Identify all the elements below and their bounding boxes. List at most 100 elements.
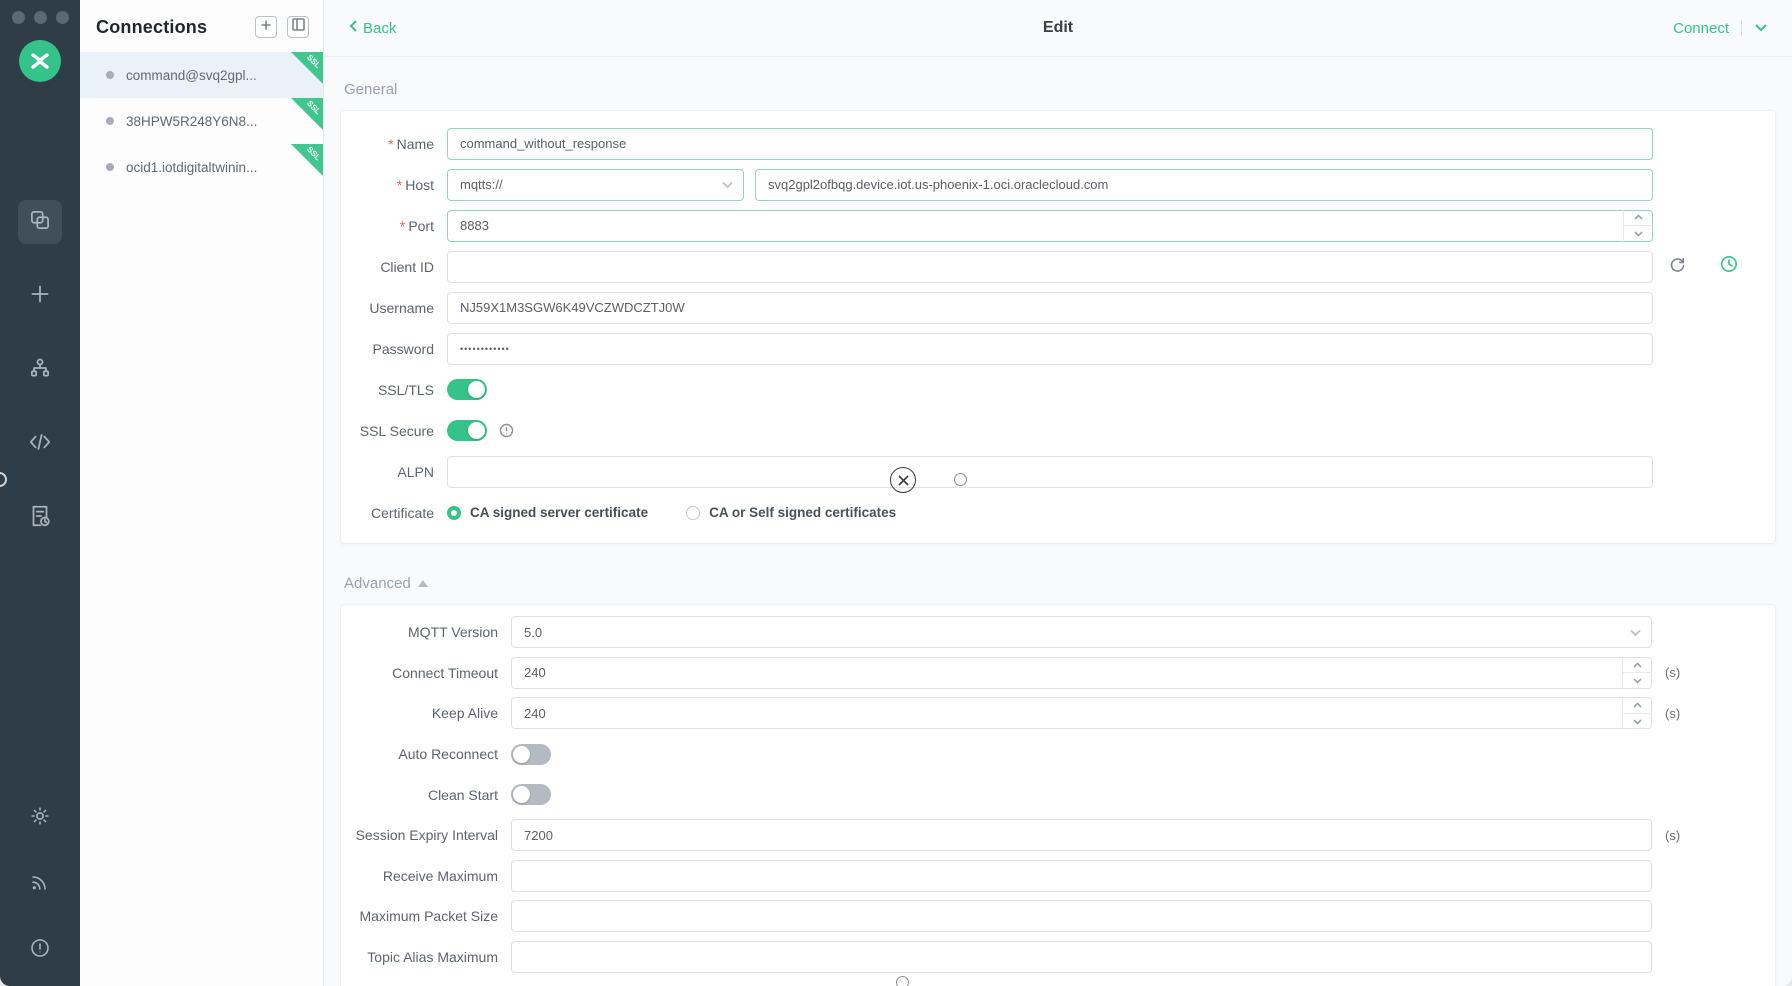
sidebar-item-settings[interactable] (18, 796, 62, 840)
connection-item[interactable]: ocid1.iotdigitaltwinin... SSL (80, 144, 323, 190)
host-protocol-select[interactable] (447, 169, 744, 201)
connections-panel-title: Connections (96, 17, 207, 38)
keep-alive-spinner (1622, 697, 1652, 729)
spinner-up-button[interactable] (1624, 210, 1653, 227)
ssl-badge: SSL (291, 52, 323, 84)
alpn-input[interactable] (447, 456, 1653, 488)
clean-start-toggle[interactable] (511, 784, 551, 805)
info-circle-icon (28, 936, 52, 965)
topic-alias-maximum-input[interactable] (511, 941, 1652, 973)
receive-maximum-label: Receive Maximum (341, 868, 498, 884)
sidebar-item-script[interactable] (18, 422, 62, 466)
client-id-input[interactable] (447, 251, 1653, 283)
advanced-card: MQTT Version Connect Timeout (340, 604, 1776, 986)
collapse-section-icon[interactable] (418, 580, 428, 587)
spinner-down-button[interactable] (1623, 673, 1652, 689)
window-zoom-button[interactable] (56, 11, 69, 24)
cursor-ring-artifact (896, 976, 909, 986)
connect-timeout-field (511, 657, 1652, 689)
sidebar-item-connections[interactable] (18, 200, 62, 244)
back-button[interactable]: Back (348, 19, 396, 37)
connect-button[interactable]: Connect (1673, 20, 1729, 37)
chevron-down-icon (1754, 19, 1768, 37)
keep-alive-input[interactable] (511, 697, 1652, 729)
password-input[interactable] (447, 333, 1653, 365)
spinner-up-button[interactable] (1623, 697, 1652, 714)
window-close-button[interactable] (12, 11, 25, 24)
port-number-field (447, 210, 1653, 242)
connection-item[interactable]: command@svq2gpl... SSL (80, 52, 323, 98)
connect-timeout-spinner (1622, 657, 1652, 689)
auto-reconnect-toggle[interactable] (511, 744, 551, 765)
session-expiry-row: Session Expiry Interval (s) (341, 815, 1775, 856)
port-input[interactable] (447, 210, 1653, 242)
radio-ca-or-self-signed[interactable]: CA or Self signed certificates (686, 505, 896, 520)
spinner-down-button[interactable] (1624, 226, 1653, 242)
connect-timeout-row: Connect Timeout (s) (341, 653, 1775, 694)
username-input[interactable] (447, 292, 1653, 324)
keep-alive-row: Keep Alive (s) (341, 693, 1775, 734)
ssl-tls-toggle[interactable] (447, 379, 487, 400)
spinner-down-button[interactable] (1623, 714, 1652, 730)
connections-icon (27, 207, 53, 238)
spinner-up-button[interactable] (1623, 657, 1652, 674)
ssl-secure-info-icon (499, 423, 514, 438)
port-spinner (1623, 210, 1653, 242)
advanced-section-title: Advanced (344, 575, 1776, 592)
topic-alias-maximum-label: Topic Alias Maximum (341, 949, 498, 965)
clean-start-label: Clean Start (341, 787, 498, 803)
radio-ca-signed-server[interactable]: CA signed server certificate (447, 505, 648, 520)
window-minimize-button[interactable] (34, 11, 47, 24)
topic-tree-icon (27, 355, 53, 386)
toggle-knob (468, 422, 485, 439)
sidebar-item-about[interactable] (18, 928, 62, 972)
window-controls[interactable] (12, 11, 69, 24)
refresh-client-id-button[interactable] (1669, 256, 1686, 278)
connection-item[interactable]: 38HPW5R248Y6N8... SSL (80, 98, 323, 144)
layout-sidebar-icon (292, 18, 305, 36)
edit-form-scroll: General *Name *Host (324, 57, 1792, 986)
name-input[interactable] (447, 128, 1653, 160)
connections-list: command@svq2gpl... SSL 38HPW5R248Y6N8...… (80, 52, 323, 190)
session-expiry-label: Session Expiry Interval (341, 827, 498, 843)
radio-selected-icon (447, 506, 461, 520)
host-input[interactable] (755, 169, 1653, 201)
connect-timeout-input[interactable] (511, 657, 1652, 689)
name-label: *Name (341, 136, 434, 152)
collapse-panel-button[interactable] (287, 16, 309, 38)
chevron-left-icon (348, 19, 359, 37)
ssl-badge: SSL (291, 98, 323, 130)
session-expiry-input[interactable] (511, 819, 1652, 851)
host-protocol-value[interactable] (447, 169, 744, 201)
ssl-secure-toggle[interactable] (447, 420, 487, 441)
request-response-row: Request Response (341, 977, 1775, 986)
sidebar-item-log[interactable] (18, 496, 62, 540)
sidebar-item-new-connection[interactable] (18, 274, 62, 318)
refresh-icon (1669, 256, 1686, 278)
sidebar-item-broadcast[interactable] (18, 862, 62, 906)
sidebar-item-topic-tree[interactable] (18, 348, 62, 392)
certificate-row: Certificate CA signed server certificate… (341, 492, 1775, 533)
maximum-packet-size-input[interactable] (511, 900, 1652, 932)
clean-start-row: Clean Start (341, 774, 1775, 815)
connection-name: 38HPW5R248Y6N8... (126, 114, 257, 129)
password-row: Password (341, 328, 1775, 369)
new-connection-button[interactable] (255, 16, 277, 38)
connect-timeout-label: Connect Timeout (341, 665, 498, 681)
certificate-label: Certificate (341, 505, 434, 521)
keep-alive-field (511, 697, 1652, 729)
plus-icon (27, 281, 53, 312)
page-title: Edit (324, 19, 1792, 37)
edit-topbar: Back Edit Connect (324, 0, 1792, 57)
connection-status-dot (106, 117, 114, 125)
code-icon (27, 429, 53, 460)
clock-icon (1720, 255, 1738, 278)
mqtt-version-select[interactable] (511, 616, 1652, 648)
connect-timeout-unit: (s) (1665, 665, 1680, 680)
timestamp-client-id-button[interactable] (1720, 255, 1738, 278)
connect-options-button[interactable] (1754, 19, 1768, 37)
mqtt-version-value[interactable] (511, 616, 1652, 648)
required-asterisk: * (397, 177, 402, 193)
required-asterisk: * (400, 218, 405, 234)
receive-maximum-input[interactable] (511, 860, 1652, 892)
